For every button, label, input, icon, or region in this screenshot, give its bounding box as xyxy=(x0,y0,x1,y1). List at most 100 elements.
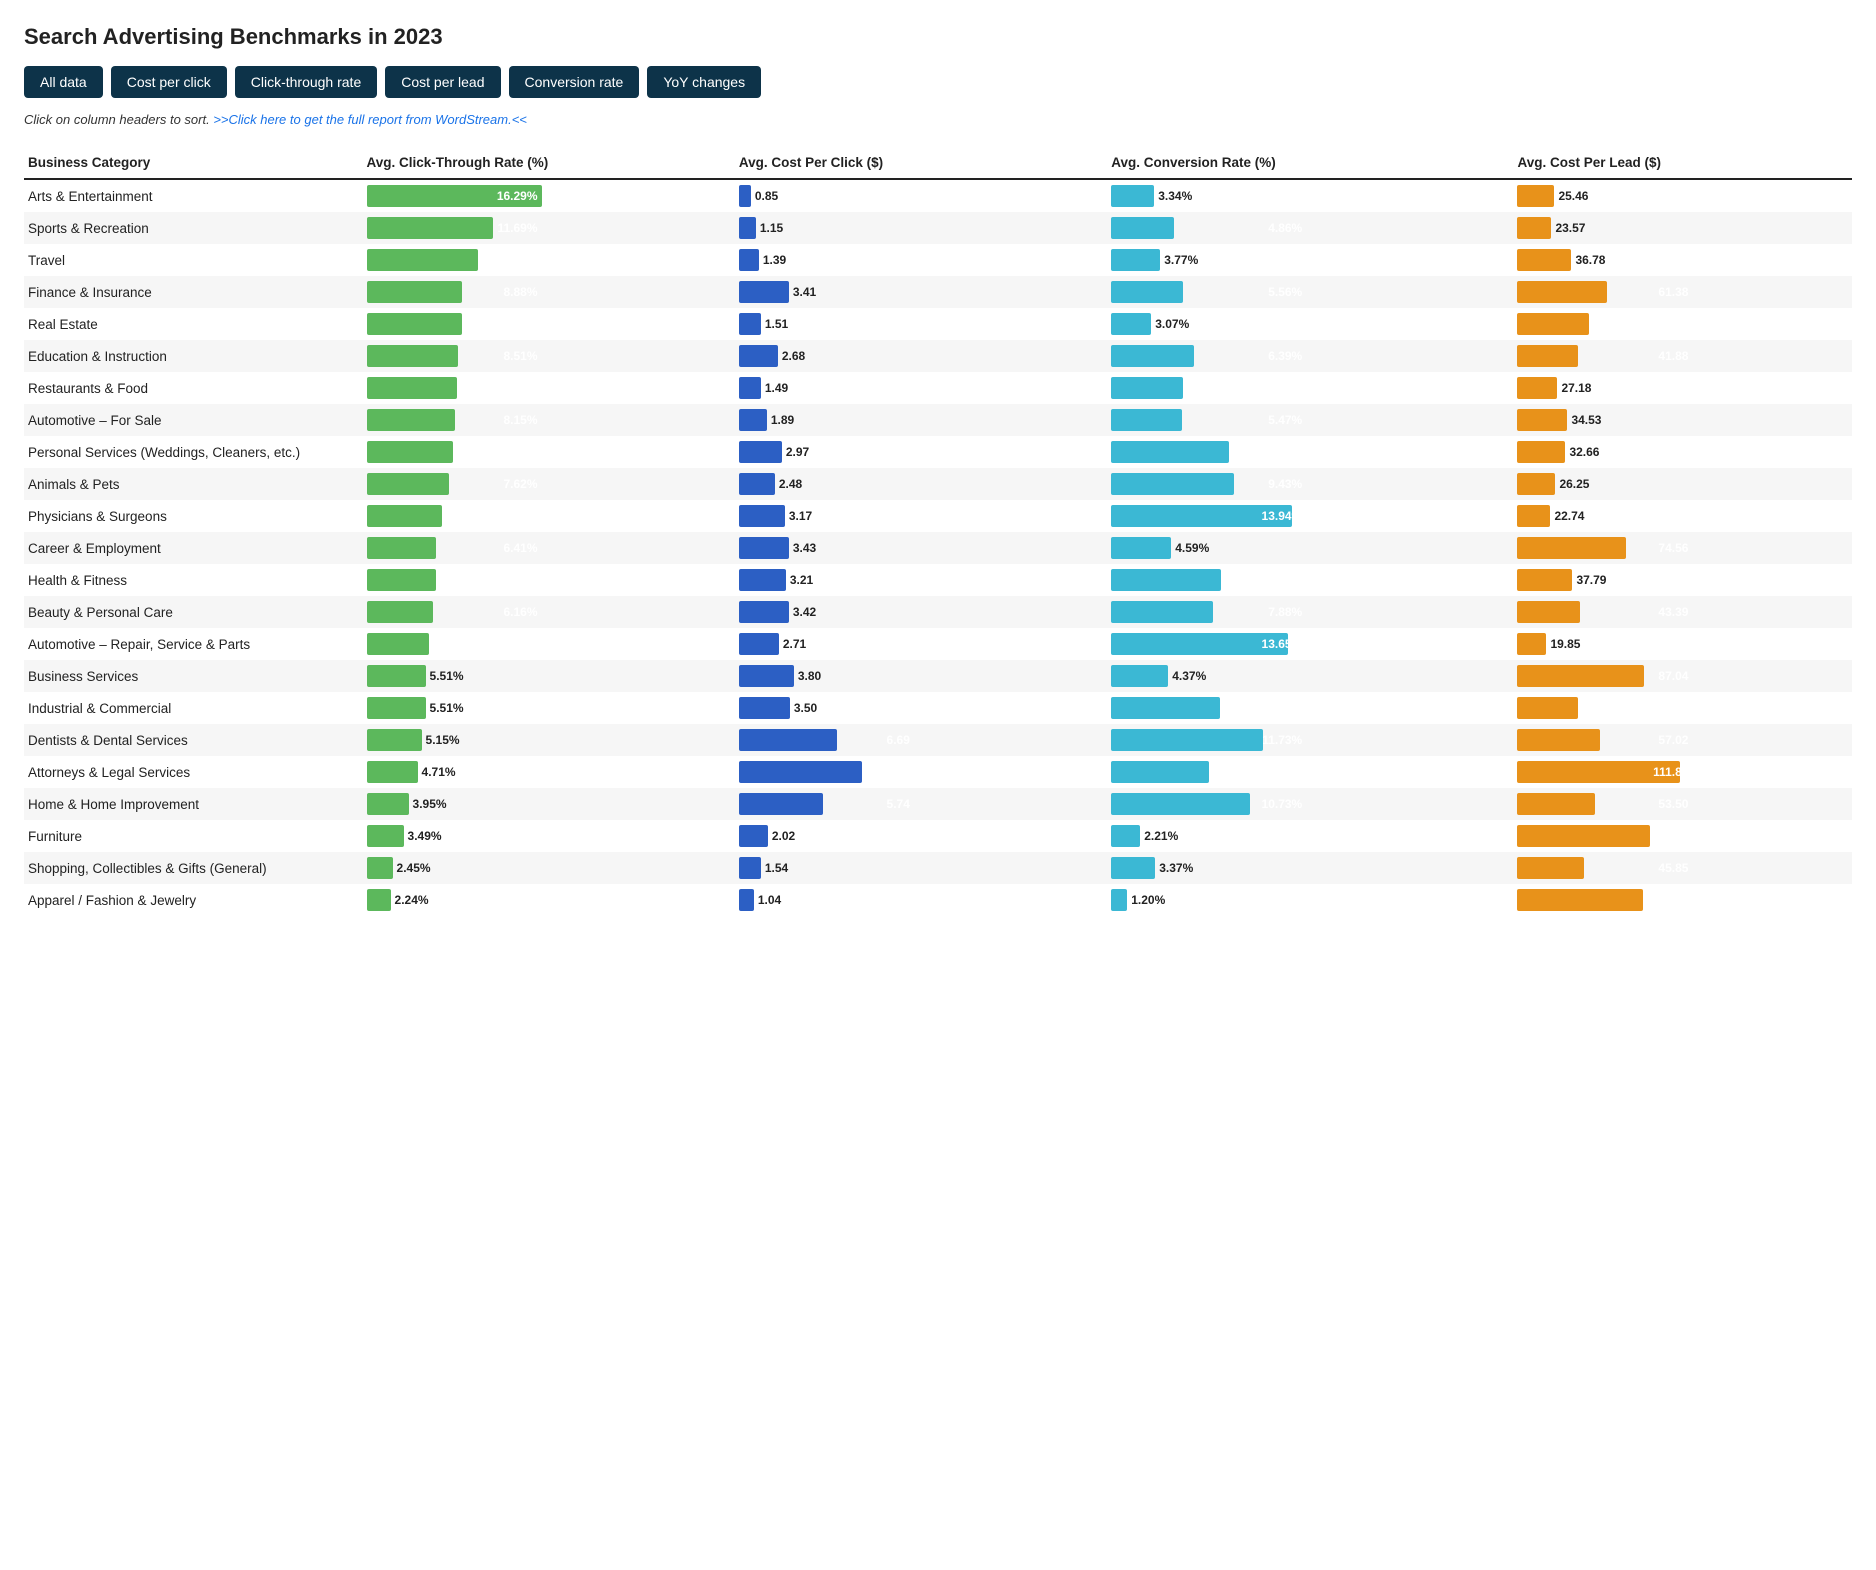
cell-ctr: 6.39% xyxy=(363,564,735,596)
cell-cpl: 86.41 xyxy=(1513,884,1852,916)
tab-btn-click-through-rate[interactable]: Click-through rate xyxy=(235,66,378,98)
cell-category: Sports & Recreation xyxy=(24,212,363,244)
cell-cpl: 25.46 xyxy=(1513,179,1852,212)
table-row: Automotive – Repair, Service & Parts5.75… xyxy=(24,628,1852,660)
cell-category: Education & Instruction xyxy=(24,340,363,372)
cell-cvr: 7.56% xyxy=(1107,756,1513,788)
table-row: Career & Employment6.41%3.434.59%74.56 xyxy=(24,532,1852,564)
tab-btn-cost-per-click[interactable]: Cost per click xyxy=(111,66,227,98)
table-row: Health & Fitness6.39%3.218.49%37.79 xyxy=(24,564,1852,596)
cell-cpc: 3.50 xyxy=(735,692,1107,724)
cell-cpl: 91.47 xyxy=(1513,820,1852,852)
cell-ctr: 8.51% xyxy=(363,340,735,372)
cell-cpc: 2.68 xyxy=(735,340,1107,372)
cell-ctr: 7.62% xyxy=(363,468,735,500)
cell-cpl: 45.85 xyxy=(1513,852,1852,884)
cell-cvr: 6.39% xyxy=(1107,340,1513,372)
cell-category: Arts & Entertainment xyxy=(24,179,363,212)
cell-cpc: 5.74 xyxy=(735,788,1107,820)
cell-ctr: 6.16% xyxy=(363,596,735,628)
col-header-cpc[interactable]: Avg. Cost Per Click ($) xyxy=(735,147,1107,179)
cell-cvr: 11.73% xyxy=(1107,724,1513,756)
cell-cpc: 3.21 xyxy=(735,564,1107,596)
col-header-ctr[interactable]: Avg. Click-Through Rate (%) xyxy=(363,147,735,179)
cell-cpc: 2.02 xyxy=(735,820,1107,852)
cell-cvr: 2.21% xyxy=(1107,820,1513,852)
cell-cpc: 1.15 xyxy=(735,212,1107,244)
full-report-link[interactable]: >>Click here to get the full report from… xyxy=(213,112,527,127)
cell-cvr: 9.43% xyxy=(1107,468,1513,500)
tab-btn-yoy-changes[interactable]: YoY changes xyxy=(647,66,761,98)
table-row: Finance & Insurance8.88%3.415.56%61.38 xyxy=(24,276,1852,308)
cell-category: Automotive – For Sale xyxy=(24,404,363,436)
cell-category: Travel xyxy=(24,244,363,276)
cell-cvr: 1.20% xyxy=(1107,884,1513,916)
cell-cpl: 23.57 xyxy=(1513,212,1852,244)
cell-ctr: 5.75% xyxy=(363,628,735,660)
cell-cvr: 5.50% xyxy=(1107,372,1513,404)
tab-btn-cost-per-lead[interactable]: Cost per lead xyxy=(385,66,500,98)
table-row: Furniture3.49%2.022.21%91.47 xyxy=(24,820,1852,852)
table-row: Attorneys & Legal Services4.71%8.467.56%… xyxy=(24,756,1852,788)
cell-cpl: 74.56 xyxy=(1513,532,1852,564)
cell-cpc: 2.71 xyxy=(735,628,1107,660)
cell-category: Physicians & Surgeons xyxy=(24,500,363,532)
cell-ctr: 16.29% xyxy=(363,179,735,212)
cell-cpl: 111.86 xyxy=(1513,756,1852,788)
note: Click on column headers to sort. >>Click… xyxy=(24,112,1852,127)
cell-category: Shopping, Collectibles & Gifts (General) xyxy=(24,852,363,884)
cell-cpc: 0.85 xyxy=(735,179,1107,212)
cell-ctr: 11.69% xyxy=(363,212,735,244)
cell-cpc: 3.42 xyxy=(735,596,1107,628)
cell-ctr: 2.45% xyxy=(363,852,735,884)
cell-category: Real Estate xyxy=(24,308,363,340)
cell-cpl: 87.04 xyxy=(1513,660,1852,692)
cell-cvr: 8.41% xyxy=(1107,692,1513,724)
cell-category: Automotive – Repair, Service & Parts xyxy=(24,628,363,660)
cell-cpc: 3.17 xyxy=(735,500,1107,532)
cell-ctr: 4.71% xyxy=(363,756,735,788)
table-row: Beauty & Personal Care6.16%3.427.88%43.3… xyxy=(24,596,1852,628)
cell-ctr: 8.37% xyxy=(363,372,735,404)
cell-ctr: 3.95% xyxy=(363,788,735,820)
tab-bar: All dataCost per clickClick-through rate… xyxy=(24,66,1852,98)
cell-category: Health & Fitness xyxy=(24,564,363,596)
table-row: Apparel / Fashion & Jewelry2.24%1.041.20… xyxy=(24,884,1852,916)
cell-cpl: 36.78 xyxy=(1513,244,1852,276)
table-row: Physicians & Surgeons7.00%3.1713.94%22.7… xyxy=(24,500,1852,532)
cell-cpc: 3.80 xyxy=(735,660,1107,692)
cell-cpc: 2.48 xyxy=(735,468,1107,500)
table-row: Industrial & Commercial5.51%3.508.41%41.… xyxy=(24,692,1852,724)
col-header-cpl[interactable]: Avg. Cost Per Lead ($) xyxy=(1513,147,1852,179)
cell-cvr: 3.34% xyxy=(1107,179,1513,212)
cell-category: Beauty & Personal Care xyxy=(24,596,363,628)
cell-cpl: 37.79 xyxy=(1513,564,1852,596)
cell-cpl: 41.88 xyxy=(1513,340,1852,372)
cell-cpc: 1.51 xyxy=(735,308,1107,340)
cell-cpl: 41.60 xyxy=(1513,692,1852,724)
table-row: Sports & Recreation11.69%1.154.86%23.57 xyxy=(24,212,1852,244)
tab-btn-conversion-rate[interactable]: Conversion rate xyxy=(509,66,640,98)
cell-ctr: 5.51% xyxy=(363,692,735,724)
cell-cpl: 22.74 xyxy=(1513,500,1852,532)
cell-cvr: 5.56% xyxy=(1107,276,1513,308)
cell-ctr: 6.41% xyxy=(363,532,735,564)
table-row: Dentists & Dental Services5.15%6.6911.73… xyxy=(24,724,1852,756)
cell-cpl: 26.25 xyxy=(1513,468,1852,500)
table-row: Real Estate8.85%1.513.07%49.25 xyxy=(24,308,1852,340)
table-row: Arts & Entertainment16.29%0.853.34%25.46 xyxy=(24,179,1852,212)
note-static: Click on column headers to sort. xyxy=(24,112,213,127)
cell-cvr: 3.07% xyxy=(1107,308,1513,340)
cell-ctr: 5.51% xyxy=(363,660,735,692)
tab-btn-all-data[interactable]: All data xyxy=(24,66,103,98)
cell-cvr: 13.94% xyxy=(1107,500,1513,532)
col-header-category[interactable]: Business Category xyxy=(24,147,363,179)
cell-cpc: 1.89 xyxy=(735,404,1107,436)
col-header-cvr[interactable]: Avg. Conversion Rate (%) xyxy=(1107,147,1513,179)
cell-category: Career & Employment xyxy=(24,532,363,564)
cell-cvr: 10.73% xyxy=(1107,788,1513,820)
cell-ctr: 2.24% xyxy=(363,884,735,916)
cell-ctr: 7.96% xyxy=(363,436,735,468)
cell-cvr: 8.49% xyxy=(1107,564,1513,596)
cell-cpc: 1.54 xyxy=(735,852,1107,884)
